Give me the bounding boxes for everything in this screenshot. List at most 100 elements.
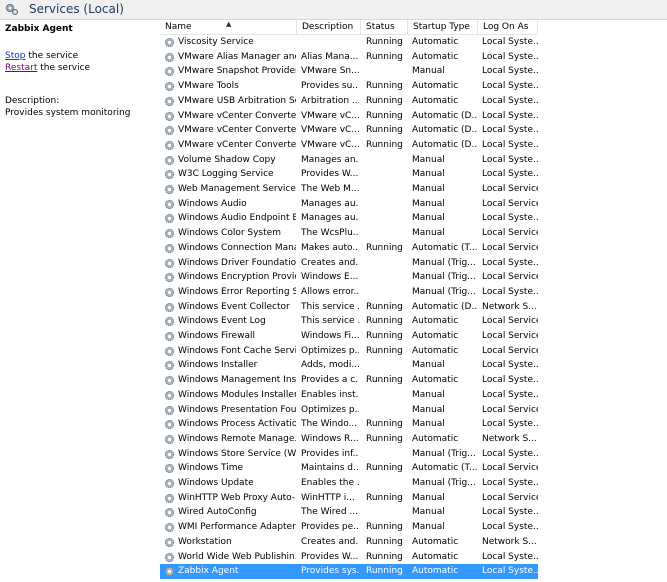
service-name: Volume Shadow Copy: [178, 154, 276, 165]
service-gear-icon: [164, 390, 175, 400]
table-row[interactable]: Zabbix Agent Provides sys... Running Automa…: [160, 564, 538, 579]
table-row[interactable]: Volume Shadow Copy Manages an... Manual Loc…: [160, 153, 538, 168]
table-row[interactable]: Windows Audio Endpoint B... Manages au...…: [160, 211, 538, 226]
table-row[interactable]: VMware vCenter Converter ... VMware vC...…: [160, 109, 538, 124]
restart-service-link[interactable]: Restart: [5, 63, 37, 73]
service-status: [366, 64, 411, 79]
service-name: Windows Management Inst...: [178, 375, 296, 386]
service-log-on-as: Local Syste...: [482, 389, 538, 400]
service-startup-type: Manual: [412, 404, 445, 415]
service-gear-icon: [164, 214, 175, 224]
service-startup-type: Automatic: [412, 345, 459, 356]
service-startup-type: Manual (Trig...: [412, 478, 476, 488]
table-row[interactable]: Wired AutoConfig The Wired ... Manual Local…: [160, 505, 538, 520]
service-description: This service ...: [301, 316, 359, 327]
service-description: Optimizes p...: [301, 404, 359, 415]
service-description: The Windo...: [301, 419, 358, 430]
service-name: Windows Modules Installer: [178, 389, 296, 400]
selected-service-name: Zabbix Agent: [5, 24, 73, 34]
service-status: [366, 197, 411, 212]
service-log-on-as: Local Syste...: [482, 448, 538, 459]
table-row[interactable]: WMI Performance Adapter Provides pe... Run…: [160, 520, 538, 535]
table-row[interactable]: Windows Firewall Windows Fi... Running Auto…: [160, 329, 538, 344]
table-row[interactable]: VMware vCenter Converter ... VMware vC...…: [160, 123, 538, 138]
service-name: Windows Connection Mana...: [178, 242, 296, 253]
table-row[interactable]: VMware Tools Provides su... Running Automat…: [160, 79, 538, 94]
column-header-log-on-as[interactable]: Log On As: [478, 20, 538, 34]
service-startup-type: Automatic (T...: [412, 463, 477, 474]
service-log-on-as: Local Syste...: [482, 154, 538, 165]
service-startup-type: Automatic (D...: [412, 139, 477, 150]
service-status: [366, 505, 411, 520]
service-name: VMware Tools: [178, 81, 239, 92]
service-status: [366, 270, 411, 285]
service-name: Windows Driver Foundation...: [178, 257, 296, 268]
table-row[interactable]: WinHTTP Web Proxy Auto-... WinHTTP i... Ru…: [160, 491, 538, 506]
table-row[interactable]: Windows Store Service (WS... Provides inf…: [160, 447, 538, 462]
table-row[interactable]: Windows Presentation Fou... Optimizes p..…: [160, 403, 538, 418]
service-log-on-as: Local Service: [482, 272, 538, 283]
service-log-on-as: Local Syste...: [482, 419, 538, 430]
table-row[interactable]: Web Management Service The Web M... Manual…: [160, 182, 538, 197]
column-header-status[interactable]: Status: [361, 20, 408, 34]
table-row[interactable]: Windows Update Enables the ... Manual (Tri…: [160, 476, 538, 491]
service-startup-type: Manual (Trig...: [412, 272, 476, 283]
service-description: [301, 35, 359, 50]
table-row[interactable]: Windows Font Cache Service Optimizes p...…: [160, 344, 538, 359]
table-row[interactable]: Windows Remote Manage... Windows R... Runn…: [160, 432, 538, 447]
service-gear-icon: [164, 184, 175, 195]
table-row[interactable]: Windows Driver Foundation... Creates and.…: [160, 256, 538, 271]
service-startup-type: Automatic (D...: [412, 301, 477, 312]
table-row[interactable]: Windows Color System The WcsPlu... Manual L…: [160, 226, 538, 241]
table-row[interactable]: VMware Snapshot Provider VMware Sn... Manu…: [160, 64, 538, 79]
service-log-on-as: Local Syste...: [482, 66, 538, 77]
column-header-description[interactable]: Description: [297, 20, 361, 34]
table-row[interactable]: Windows Event Collector This service ... R…: [160, 300, 538, 315]
table-row[interactable]: W3C Logging Service Provides W... Manual Lo…: [160, 167, 538, 182]
service-status: Running: [366, 110, 403, 121]
service-log-on-as: Local Syste...: [482, 95, 538, 106]
table-row[interactable]: Windows Time Maintains d... Running Automat…: [160, 461, 538, 476]
service-description: Makes auto...: [301, 242, 359, 253]
table-row[interactable]: VMware USB Arbitration Ser... Arbitration…: [160, 94, 538, 109]
service-gear-icon: [164, 552, 175, 562]
service-startup-type: Automatic: [412, 95, 459, 106]
service-startup-type: Automatic (D...: [412, 125, 477, 136]
service-gear-icon: [164, 37, 175, 48]
table-row[interactable]: Windows Event Log This service ... Running…: [160, 314, 538, 329]
column-header-startup-type[interactable]: Startup Type: [408, 20, 478, 34]
table-row[interactable]: Windows Error Reporting Se... Allows erro…: [160, 285, 538, 300]
service-name: Windows Remote Manage...: [178, 433, 296, 444]
table-row[interactable]: Windows Management Inst... Provides a c..…: [160, 373, 538, 388]
service-startup-type: Manual: [412, 228, 445, 239]
table-row[interactable]: VMware Alias Manager and ... Alias Mana..…: [160, 50, 538, 65]
service-name: VMware Snapshot Provider: [178, 66, 296, 77]
table-row[interactable]: World Wide Web Publishin... Provides W...…: [160, 550, 538, 565]
service-description: Windows E...: [301, 272, 359, 283]
service-log-on-as: Local Syste...: [482, 257, 538, 268]
table-row[interactable]: VMware vCenter Converter ... VMware vC...…: [160, 138, 538, 153]
table-row[interactable]: Viscosity Service Running Automatic Local S…: [160, 35, 538, 50]
table-row[interactable]: Windows Audio Manages au... Manual Local Se…: [160, 197, 538, 212]
service-log-on-as: Local Syste...: [482, 286, 538, 297]
service-gear-icon: [164, 449, 175, 459]
table-row[interactable]: Windows Modules Installer Enables inst...…: [160, 388, 538, 403]
service-status: [366, 167, 411, 182]
service-startup-type: Manual: [412, 360, 445, 371]
service-description: Provides sys...: [301, 566, 359, 577]
table-row[interactable]: Windows Process Activatio... The Windo...…: [160, 417, 538, 432]
service-description: The Web M...: [301, 184, 359, 194]
table-row[interactable]: Windows Encryption Provid... Windows E...…: [160, 270, 538, 285]
service-gear-icon: [164, 464, 175, 474]
table-row[interactable]: Windows Connection Mana... Makes auto... R…: [160, 241, 538, 256]
table-row[interactable]: Windows Installer Adds, modi... Manual Loca…: [160, 358, 538, 373]
stop-service-link[interactable]: Stop: [5, 51, 25, 61]
service-description: Manages au...: [301, 213, 359, 224]
service-name: Windows Store Service (WS...: [178, 448, 296, 459]
snapin-header: Services (Local): [0, 0, 667, 20]
table-row[interactable]: Workstation Creates and... Running Automati…: [160, 535, 538, 550]
service-log-on-as: Network S...: [482, 433, 537, 444]
service-gear-icon: [164, 52, 175, 62]
service-gear-icon: [164, 375, 175, 386]
service-log-on-as: Local Syste...: [482, 478, 538, 488]
